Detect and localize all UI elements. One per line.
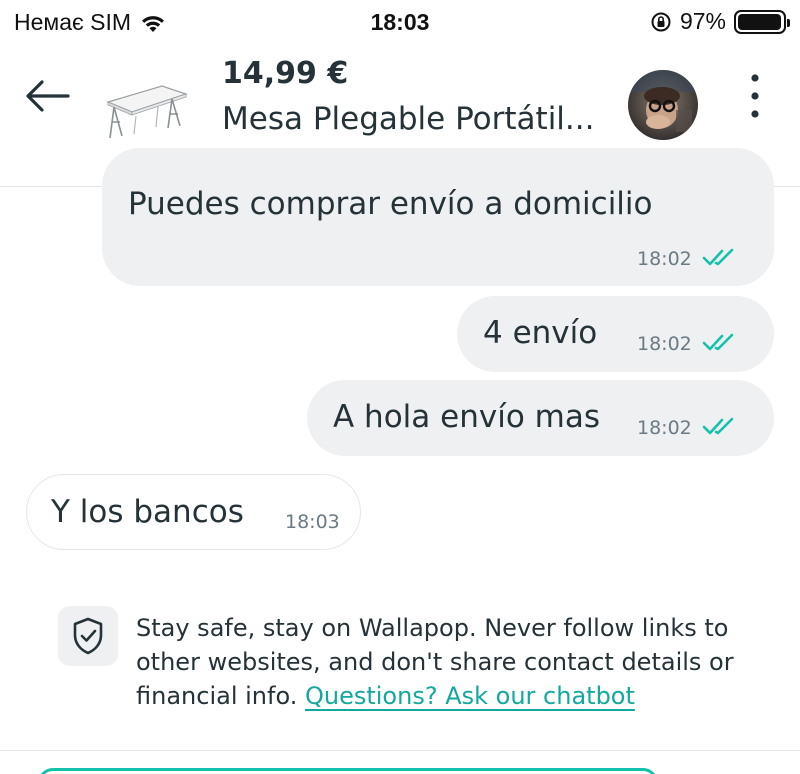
item-title[interactable]: Mesa Plegable Portátil... [222,101,594,137]
more-options-button[interactable] [735,66,775,136]
status-right: 97% [650,8,790,35]
message-bubble-outgoing[interactable]: Puedes comprar envío a domicilio 18:02 [102,148,774,286]
item-thumbnail[interactable] [98,72,192,144]
message-time: 18:02 [637,333,692,355]
message-bubble-outgoing[interactable]: 4 envío 18:02 [457,296,774,372]
safety-shield-badge [58,606,118,666]
message-time: 18:03 [285,511,340,533]
folding-table-image [106,85,188,139]
battery-percent: 97% [679,8,726,34]
message-composer[interactable] [38,768,658,774]
rotation-lock-icon [651,12,671,31]
message-time: 18:02 [637,248,692,270]
message-text: Puedes comprar envío a domicilio [128,186,653,222]
message-text: Y los bancos [51,494,244,530]
user-avatar[interactable] [628,70,698,140]
message-text: A hola envío mas [333,399,600,435]
double-check-icon [702,333,734,351]
chat-thread[interactable]: Puedes comprar envío a domicilio 18:02 4… [0,148,800,774]
item-price: 14,99 € [222,56,349,91]
message-bubble-outgoing[interactable]: A hola envío mas 18:02 [307,380,774,456]
more-vertical-icon [751,74,759,118]
battery-level [738,13,781,30]
safety-notice: Stay safe, stay on Wallapop. Never follo… [136,611,756,713]
composer-divider [0,750,800,751]
avatar-photo [628,70,698,140]
double-check-icon [702,417,734,435]
status-bar: Немає SIM 18:03 97% [0,0,800,44]
message-bubble-incoming[interactable]: Y los bancos 18:03 [26,474,361,550]
back-arrow-icon [26,80,70,112]
ask-chatbot-link[interactable]: Questions? Ask our chatbot [305,682,635,710]
double-check-icon [702,248,734,266]
shield-check-icon [73,617,103,655]
message-time: 18:02 [637,417,692,439]
message-text: 4 envío [483,315,598,351]
battery-icon [734,9,790,34]
back-button[interactable] [20,74,74,118]
